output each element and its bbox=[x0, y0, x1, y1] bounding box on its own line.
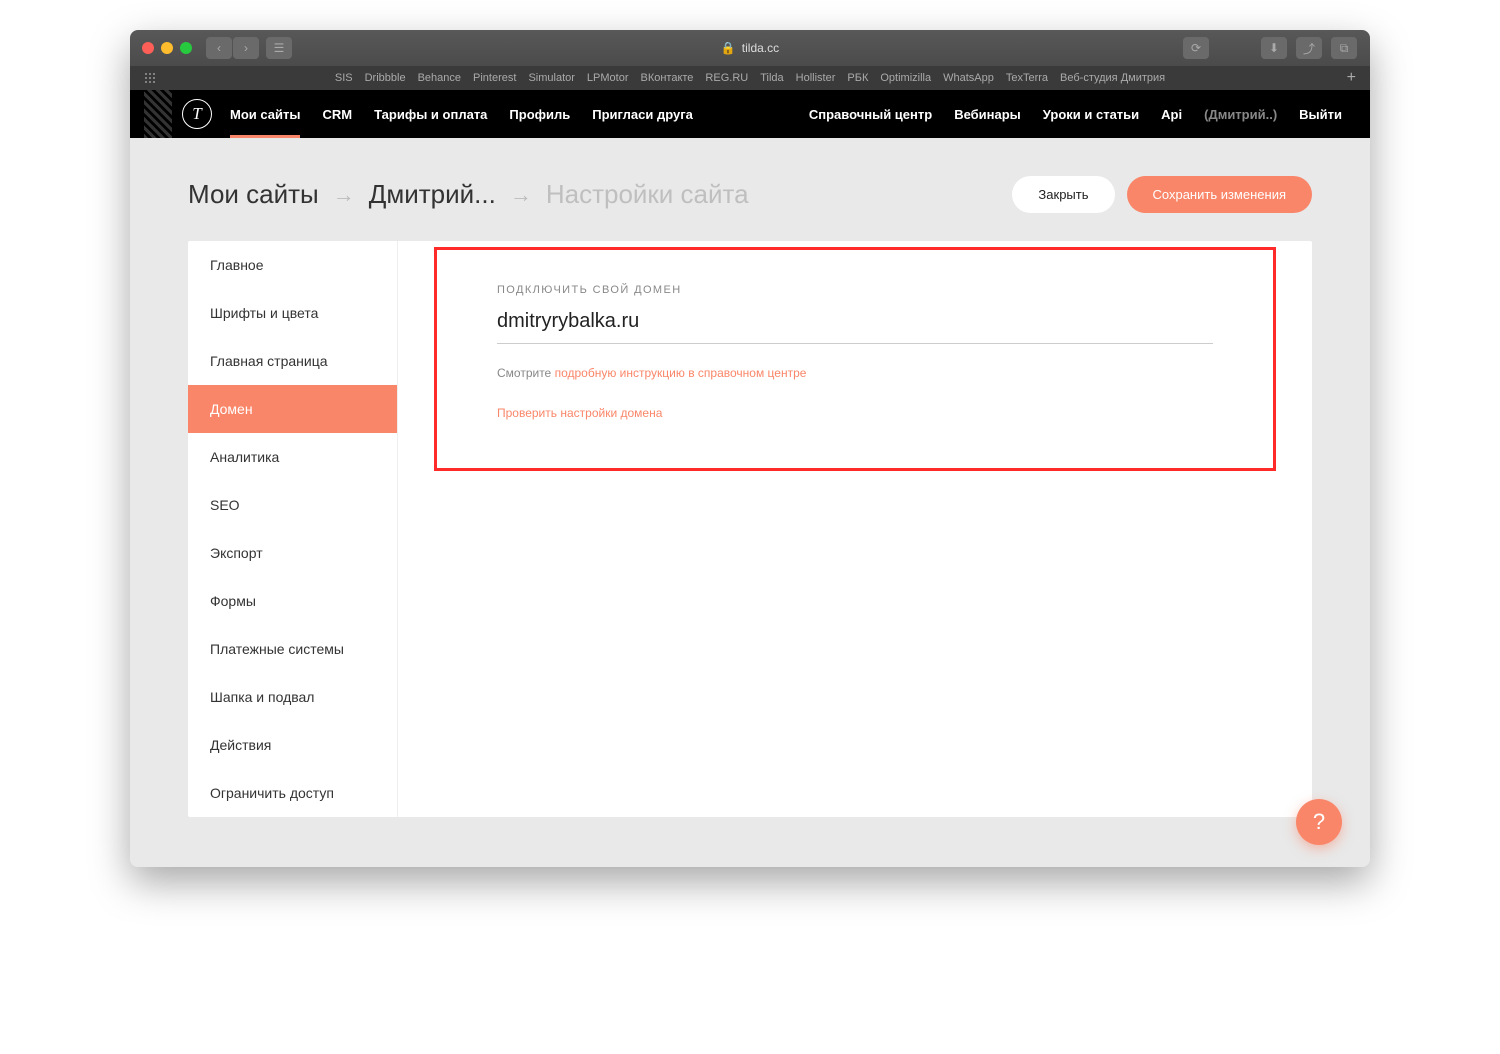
bookmark-item[interactable]: Tilda bbox=[760, 72, 783, 84]
hint-prefix: Смотрите bbox=[497, 366, 555, 380]
tabs-icon[interactable]: ⧉ bbox=[1331, 37, 1357, 59]
downloads-icon[interactable]: ⬇ bbox=[1261, 37, 1287, 59]
browser-window: ‹ › ☰ 🔒 tilda.cc ⟳ ⬇ ⤴ ⧉ SIS Dribbble Beha… bbox=[130, 30, 1370, 867]
crumb-current: Настройки сайта bbox=[546, 179, 749, 210]
bookmark-item[interactable]: Pinterest bbox=[473, 72, 516, 84]
bookmark-item[interactable]: Веб-студия Дмитрия bbox=[1060, 72, 1165, 84]
close-button[interactable]: Закрыть bbox=[1012, 176, 1114, 213]
settings-sidebar: ГлавноеШрифты и цветаГлавная страницаДом… bbox=[188, 241, 398, 817]
share-icon[interactable]: ⤴ bbox=[1296, 37, 1322, 59]
nav-right: Справочный центр Вебинары Уроки и статьи Ap… bbox=[809, 107, 1342, 122]
lock-icon: 🔒 bbox=[721, 41, 736, 55]
nav-left: Мои сайты CRM Тарифы и оплата Профиль Пригла… bbox=[230, 107, 693, 122]
app-top-nav: T Мои сайты CRM Тарифы и оплата Профиль Приг… bbox=[130, 90, 1370, 138]
domain-hint: Смотрите подробную инструкцию в справочн… bbox=[497, 366, 1213, 380]
toolbar-right: ⬇ ⤴ ⧉ bbox=[1261, 37, 1358, 59]
breadcrumb: Мои сайты → Дмитрий... → Настройки сайта… bbox=[188, 176, 1312, 213]
nav-item[interactable]: Api bbox=[1161, 107, 1182, 122]
logout-link[interactable]: Выйти bbox=[1299, 107, 1342, 122]
sidebar-item[interactable]: Аналитика bbox=[188, 433, 397, 481]
maximize-window-icon[interactable] bbox=[180, 42, 192, 54]
chevron-right-icon: → bbox=[510, 182, 532, 208]
nav-item[interactable]: CRM bbox=[322, 107, 352, 122]
bookmarks-bar: SIS Dribbble Behance Pinterest Simulator LPMo… bbox=[130, 66, 1370, 90]
sidebar-item[interactable]: Действия bbox=[188, 721, 397, 769]
instructions-link[interactable]: подробную инструкцию в справочном центре bbox=[555, 366, 807, 380]
reload-icon[interactable]: ⟳ bbox=[1183, 37, 1209, 59]
sidebar-toggle-icon[interactable]: ☰ bbox=[266, 37, 292, 59]
browser-toolbar: ‹ › ☰ 🔒 tilda.cc ⟳ ⬇ ⤴ ⧉ bbox=[130, 30, 1370, 66]
bookmark-item[interactable]: Dribbble bbox=[365, 72, 406, 84]
sidebar-item[interactable]: Главное bbox=[188, 241, 397, 289]
bookmark-item[interactable]: Hollister bbox=[796, 72, 836, 84]
sidebar-item[interactable]: Шапка и подвал bbox=[188, 673, 397, 721]
tilda-logo-icon[interactable]: T bbox=[182, 99, 212, 129]
close-window-icon[interactable] bbox=[142, 42, 154, 54]
bookmark-item[interactable]: РБК bbox=[847, 72, 868, 84]
page-actions: Закрыть Сохранить изменения bbox=[1012, 176, 1312, 213]
bookmark-item[interactable]: TexTerra bbox=[1006, 72, 1048, 84]
nav-item[interactable]: Справочный центр bbox=[809, 107, 932, 122]
domain-label: ПОДКЛЮЧИТЬ СВОЙ ДОМЕН bbox=[497, 284, 1213, 296]
sidebar-item[interactable]: Экспорт bbox=[188, 529, 397, 577]
domain-highlight-box: ПОДКЛЮЧИТЬ СВОЙ ДОМЕН Смотрите подробную… bbox=[434, 247, 1276, 471]
bookmark-item[interactable]: Simulator bbox=[528, 72, 574, 84]
domain-input[interactable] bbox=[497, 306, 1213, 344]
minimize-window-icon[interactable] bbox=[161, 42, 173, 54]
sidebar-item[interactable]: Платежные системы bbox=[188, 625, 397, 673]
back-button[interactable]: ‹ bbox=[206, 37, 232, 59]
sidebar-item[interactable]: SEO bbox=[188, 481, 397, 529]
check-domain-link[interactable]: Проверить настройки домена bbox=[497, 406, 662, 420]
page-body: Мои сайты → Дмитрий... → Настройки сайта… bbox=[130, 138, 1370, 867]
user-label[interactable]: (Дмитрий..) bbox=[1204, 107, 1277, 122]
decor-wave bbox=[144, 90, 172, 138]
save-button[interactable]: Сохранить изменения bbox=[1127, 176, 1313, 213]
sidebar-item[interactable]: Главная страница bbox=[188, 337, 397, 385]
forward-button[interactable]: › bbox=[233, 37, 259, 59]
nav-item[interactable]: Уроки и статьи bbox=[1043, 107, 1139, 122]
nav-item[interactable]: Пригласи друга bbox=[592, 107, 693, 122]
bookmark-items: SIS Dribbble Behance Pinterest Simulator LPMo… bbox=[335, 72, 1165, 84]
bookmark-item[interactable]: LPMotor bbox=[587, 72, 629, 84]
bookmark-item[interactable]: Optimizilla bbox=[880, 72, 931, 84]
nav-item[interactable]: Тарифы и оплата bbox=[374, 107, 487, 122]
nav-buttons: ‹ › ☰ bbox=[206, 37, 293, 59]
help-button[interactable]: ? bbox=[1296, 799, 1342, 845]
apps-grid-icon[interactable] bbox=[144, 72, 156, 84]
url-text: tilda.cc bbox=[742, 41, 779, 55]
settings-content: ПОДКЛЮЧИТЬ СВОЙ ДОМЕН Смотрите подробную… bbox=[398, 241, 1312, 817]
sidebar-item[interactable]: Шрифты и цвета bbox=[188, 289, 397, 337]
chevron-right-icon: → bbox=[333, 182, 355, 208]
bookmark-item[interactable]: REG.RU bbox=[705, 72, 748, 84]
new-tab-button[interactable]: + bbox=[1347, 69, 1356, 87]
bookmark-item[interactable]: ВКонтакте bbox=[640, 72, 693, 84]
nav-item[interactable]: Профиль bbox=[509, 107, 570, 122]
bookmark-item[interactable]: SIS bbox=[335, 72, 353, 84]
nav-item[interactable]: Мои сайты bbox=[230, 107, 300, 122]
sidebar-item[interactable]: Ограничить доступ bbox=[188, 769, 397, 817]
window-controls bbox=[142, 42, 192, 54]
address-bar[interactable]: 🔒 tilda.cc bbox=[721, 41, 779, 55]
crumb-root[interactable]: Мои сайты bbox=[188, 179, 319, 210]
sidebar-item[interactable]: Домен bbox=[188, 385, 397, 433]
settings-panel: ГлавноеШрифты и цветаГлавная страницаДом… bbox=[188, 241, 1312, 817]
nav-item[interactable]: Вебинары bbox=[954, 107, 1021, 122]
bookmark-item[interactable]: WhatsApp bbox=[943, 72, 994, 84]
sidebar-item[interactable]: Формы bbox=[188, 577, 397, 625]
bookmark-item[interactable]: Behance bbox=[418, 72, 461, 84]
crumb-site[interactable]: Дмитрий... bbox=[369, 179, 496, 210]
